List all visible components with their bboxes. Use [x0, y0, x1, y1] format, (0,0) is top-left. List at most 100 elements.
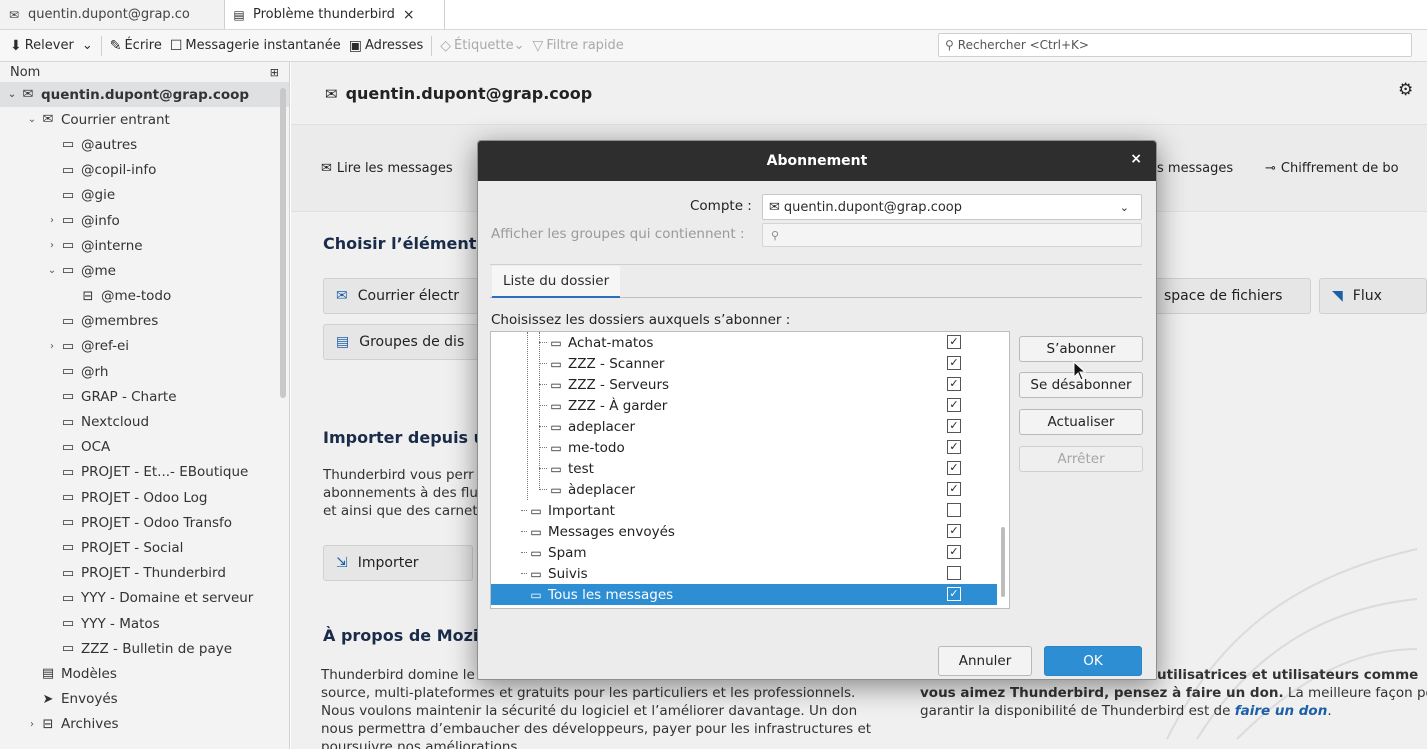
write-button[interactable]: ✎ Écrire — [106, 33, 166, 59]
subscribe-checkbox[interactable] — [947, 503, 961, 517]
quick-filter-button[interactable]: ▽ Filtre rapide — [529, 33, 628, 59]
tab-account[interactable]: ✉ quentin.dupont@grap.co — [0, 0, 225, 29]
ok-button[interactable]: OK — [1044, 646, 1142, 676]
folder-item[interactable]: ▭ YYY - Domaine et serveur — [0, 586, 289, 611]
folder-item[interactable]: ▭ @rh — [0, 359, 289, 384]
search-messages-link[interactable]: s messages — [1157, 161, 1233, 176]
subscribe-checkbox[interactable]: ✓ — [947, 545, 961, 559]
folder-pane-header[interactable]: Nom ⊞ — [0, 62, 289, 82]
setup-feeds-button[interactable]: ◥ Flux — [1319, 278, 1427, 314]
read-messages-link[interactable]: ✉ Lire les messages — [321, 161, 453, 176]
mail-account-icon: ✉ — [769, 199, 780, 215]
folder-templates[interactable]: ▤ Modèles — [0, 661, 289, 686]
subscribe-checkbox[interactable]: ✓ — [947, 398, 961, 412]
folder-item[interactable]: ▭ OCA — [0, 435, 289, 460]
tree-folder-row-selected[interactable]: ▭ Tous les messages ✓ — [491, 584, 997, 605]
subscribe-checkbox[interactable]: ✓ — [947, 461, 961, 475]
close-icon[interactable]: × — [403, 7, 415, 23]
subscribe-checkbox[interactable]: ✓ — [947, 377, 961, 391]
folder-item[interactable]: ⌄ ▭ @me — [0, 258, 289, 283]
folder-item[interactable]: ▭ PROJET - Et...- EBoutique — [0, 460, 289, 485]
subscribe-checkbox[interactable]: ✓ — [947, 335, 961, 349]
folder-item[interactable]: ▭ YYY - Matos — [0, 611, 289, 636]
chat-button[interactable]: ☐ Messagerie instantanée — [166, 33, 345, 59]
subscribe-checkbox[interactable]: ✓ — [947, 587, 961, 601]
chevron-down-icon[interactable]: ⌄ — [6, 89, 18, 100]
cancel-button[interactable]: Annuler — [938, 646, 1032, 676]
folder-item[interactable]: › ▭ @interne — [0, 233, 289, 258]
tree-folder-row[interactable]: ▭ ZZZ - À garder ✓ — [491, 395, 997, 416]
subscribe-checkbox[interactable]: ✓ — [947, 440, 961, 454]
folder-icon: ▭ — [550, 419, 562, 434]
folder-item[interactable]: ▭ PROJET - Odoo Log — [0, 485, 289, 510]
folder-item[interactable]: ▭ PROJET - Odoo Transfo — [0, 510, 289, 535]
folder-item[interactable]: ▭ @gie — [0, 183, 289, 208]
address-book-button[interactable]: ▣ Adresses — [345, 33, 428, 59]
tab-probleme-thunderbird[interactable]: ▤ Problème thunderbird × — [225, 0, 445, 29]
folder-pane-scrollbar[interactable] — [280, 88, 286, 398]
folder-item[interactable]: ▭ GRAP - Charte — [0, 384, 289, 409]
tab-folder-list[interactable]: Liste du dossier — [492, 266, 621, 298]
chevron-down-icon[interactable]: ⌄ — [46, 265, 58, 276]
tree-folder-row[interactable]: ▭ àdeplacer ✓ — [491, 479, 997, 500]
folder-item[interactable]: ⊟ @me-todo — [0, 284, 289, 309]
write-label: Écrire — [124, 38, 162, 53]
folder-item[interactable]: ▭ @copil-info — [0, 158, 289, 183]
setup-filelink-button[interactable]: space de fichiers — [1151, 278, 1311, 314]
get-messages-dropdown[interactable]: ⌄ — [78, 33, 97, 59]
thunderbird-watermark — [1166, 548, 1418, 740]
folder-item[interactable]: ▭ Nextcloud — [0, 409, 289, 434]
setup-email-button[interactable]: ✉ Courrier électr — [323, 278, 483, 314]
folder-item[interactable]: ▭ ZZZ - Bulletin de paye — [0, 636, 289, 661]
tree-folder-row[interactable]: ▭ ZZZ - Serveurs ✓ — [491, 374, 997, 395]
chevron-right-icon[interactable]: › — [46, 341, 58, 352]
folder-account[interactable]: ⌄ ✉ quentin.dupont@grap.coop — [0, 82, 289, 108]
global-search-input[interactable]: ⚲ Rechercher <Ctrl+K> — [938, 33, 1412, 57]
end-to-end-encryption-link[interactable]: ⊸ Chiffrement de bo — [1265, 161, 1399, 176]
tree-folder-row[interactable]: ▭ ZZZ - Scanner ✓ — [491, 353, 997, 374]
folder-item[interactable]: ▭ PROJET - Social — [0, 535, 289, 560]
subscribe-checkbox[interactable]: ✓ — [947, 356, 961, 370]
folder-item[interactable]: ▭ @autres — [0, 132, 289, 157]
subscribe-checkbox[interactable]: ✓ — [947, 482, 961, 496]
subscribe-checkbox[interactable]: ✓ — [947, 419, 961, 433]
tag-button[interactable]: ◇ Étiquette ⌄ — [436, 33, 528, 59]
folder-item[interactable]: › ▭ @info — [0, 208, 289, 233]
tree-folder-row[interactable]: ▭ test ✓ — [491, 458, 997, 479]
tree-folder-row[interactable]: ▭ adeplacer ✓ — [491, 416, 997, 437]
column-picker-icon[interactable]: ⊞ — [270, 66, 279, 79]
setup-newsgroups-button[interactable]: ▤ Groupes de dis — [323, 324, 483, 360]
account-select[interactable]: ✉ quentin.dupont@grap.coop ⌄ — [762, 194, 1142, 220]
chevron-right-icon[interactable]: › — [26, 719, 38, 730]
folder-item[interactable]: ▭ PROJET - Thunderbird — [0, 561, 289, 586]
get-messages-button[interactable]: ⬇ Relever — [6, 33, 78, 59]
folder-icon: ▭ — [530, 524, 542, 539]
tree-scrollbar[interactable] — [1001, 527, 1005, 597]
folder-icon: ▭ — [530, 566, 542, 581]
folder-subscription-tree[interactable]: ▭ Achat-matos ✓ ▭ ZZZ - Scanner ✓ ▭ ZZZ … — [490, 331, 1010, 609]
subscribe-button[interactable]: S’abonner — [1019, 336, 1143, 362]
tree-folder-row[interactable]: ▭ me-todo ✓ — [491, 437, 997, 458]
chevron-right-icon[interactable]: › — [46, 240, 58, 251]
tree-folder-row[interactable]: ▭ Important — [491, 500, 997, 521]
folder-item[interactable]: › ▭ @ref-ei — [0, 334, 289, 359]
folder-archives[interactable]: › ⊟ Archives — [0, 712, 289, 737]
close-icon[interactable]: × — [1130, 151, 1142, 167]
folder-sent[interactable]: ➤ Envoyés — [0, 687, 289, 712]
refresh-button[interactable]: Actualiser — [1019, 409, 1143, 435]
chevron-down-icon[interactable]: ⌄ — [26, 114, 38, 125]
tree-folder-row[interactable]: ▭ Messages envoyés ✓ — [491, 521, 997, 542]
folder-inbox[interactable]: ⌄ ✉ Courrier entrant — [0, 107, 289, 132]
group-filter-input[interactable]: ⚲ — [762, 223, 1142, 247]
folder-label: Courrier entrant — [61, 111, 170, 128]
tree-folder-row[interactable]: ▭ Achat-matos ✓ — [491, 332, 997, 353]
chevron-right-icon[interactable]: › — [46, 215, 58, 226]
subscribe-checkbox[interactable]: ✓ — [947, 524, 961, 538]
gear-icon[interactable]: ⚙ — [1398, 80, 1413, 100]
folder-item[interactable]: ▭ @membres — [0, 309, 289, 334]
subscribe-checkbox[interactable] — [947, 566, 961, 580]
stop-button[interactable]: Arrêter — [1019, 446, 1143, 472]
tree-folder-row[interactable]: ▭ Suivis — [491, 563, 997, 584]
tree-folder-row[interactable]: ▭ Spam ✓ — [491, 542, 997, 563]
import-button[interactable]: ⇲ Importer — [323, 545, 473, 581]
